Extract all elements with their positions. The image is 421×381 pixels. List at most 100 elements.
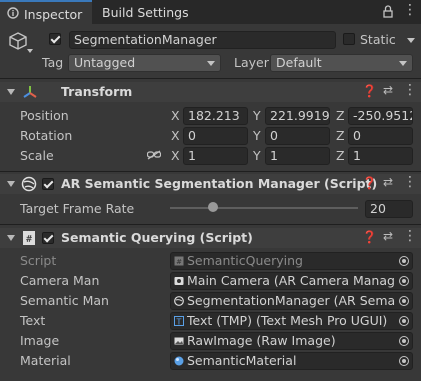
transform-title: Transform — [61, 84, 133, 99]
field-label: Text — [20, 313, 46, 328]
active-checkbox[interactable] — [49, 33, 61, 45]
divider — [0, 224, 421, 225]
tag-dropdown[interactable]: Untagged — [68, 54, 221, 72]
foldout-arrow-icon[interactable] — [7, 89, 15, 95]
field-label: Camera Man — [20, 273, 100, 288]
object-reference-value: Main Camera (AR Camera Manager) — [187, 273, 395, 288]
axis-y-label[interactable]: Y — [253, 128, 261, 143]
axis-x-label[interactable]: X — [171, 128, 180, 143]
object-reference-field: # SemanticQuerying — [170, 252, 413, 270]
script-icon: # — [23, 231, 35, 245]
axis-x-label[interactable]: X — [171, 148, 180, 163]
lock-icon[interactable] — [383, 5, 393, 18]
more-options-icon[interactable]: ⋮ — [403, 2, 417, 18]
static-checkbox[interactable] — [343, 33, 355, 45]
object-picker-icon[interactable] — [399, 316, 409, 326]
tab-bar: Inspector Build Settings ⋮ — [0, 0, 421, 24]
segmentation-icon — [174, 296, 184, 306]
presets-icon[interactable]: ⇄ — [383, 83, 393, 97]
divider — [0, 171, 421, 172]
scale-y-field[interactable]: 1 — [265, 147, 330, 165]
field-label: Script — [20, 253, 57, 268]
object-picker-icon[interactable] — [399, 296, 409, 306]
object-name-field[interactable]: SegmentationManager — [69, 31, 336, 49]
transform-header[interactable]: Transform ❓ ⇄ ⋮ — [0, 82, 421, 102]
position-x-field[interactable]: 182.213 — [183, 107, 248, 125]
transform-axes-icon — [23, 86, 37, 98]
object-picker-icon[interactable] — [399, 356, 409, 366]
raw-image-icon — [174, 337, 184, 345]
help-icon[interactable]: ❓ — [362, 176, 377, 190]
svg-text:T: T — [176, 317, 182, 326]
object-picker-icon[interactable] — [399, 276, 409, 286]
svg-text:#: # — [176, 258, 182, 266]
rotation-x-field[interactable]: 0 — [183, 127, 248, 145]
frame-rate-slider-thumb[interactable] — [207, 202, 218, 212]
svg-text:#: # — [26, 234, 32, 245]
rotation-z-field[interactable]: 0 — [348, 127, 413, 145]
rotation-y-field[interactable]: 0 — [265, 127, 330, 145]
frame-rate-label: Target Frame Rate — [20, 201, 135, 216]
object-reference-value: RawImage (Raw Image) — [187, 333, 336, 348]
static-dropdown-caret[interactable] — [407, 38, 415, 43]
chevron-down-icon — [399, 61, 407, 66]
rotation-label: Rotation — [20, 128, 73, 143]
field-label: Semantic Man — [20, 293, 109, 308]
object-reference-field[interactable]: SegmentationManager (AR Semantic — [170, 292, 413, 310]
querying-header[interactable]: # Semantic Querying (Script) ❓ ⇄ ⋮ — [0, 228, 421, 248]
segmentation-icon — [21, 176, 37, 192]
object-reference-field[interactable]: Main Camera (AR Camera Manager) — [170, 272, 413, 290]
axis-z-label[interactable]: Z — [336, 108, 345, 123]
segmentation-enabled-checkbox[interactable] — [42, 178, 54, 190]
scale-label: Scale — [20, 148, 54, 163]
chevron-down-icon — [207, 61, 215, 66]
object-picker-icon[interactable] — [399, 256, 409, 266]
position-z-field[interactable]: -250.9512 — [348, 107, 413, 125]
object-picker-icon[interactable] — [399, 336, 409, 346]
more-icon[interactable]: ⋮ — [403, 228, 417, 244]
icon-dropdown-caret[interactable] — [27, 49, 33, 53]
axis-y-label[interactable]: Y — [253, 108, 261, 123]
object-reference-value: SemanticMaterial — [187, 353, 297, 368]
scale-z-field[interactable]: 1 — [348, 147, 413, 165]
foldout-arrow-icon[interactable] — [7, 235, 15, 241]
presets-icon[interactable]: ⇄ — [383, 229, 393, 243]
more-icon[interactable]: ⋮ — [403, 82, 417, 98]
querying-title: Semantic Querying (Script) — [61, 230, 253, 245]
querying-enabled-checkbox[interactable] — [42, 232, 54, 244]
tag-value: Untagged — [74, 55, 136, 70]
text-icon: T — [174, 316, 184, 326]
position-y-field[interactable]: 221.9919 — [265, 107, 330, 125]
more-icon[interactable]: ⋮ — [403, 174, 417, 190]
object-reference-field[interactable]: T Text (TMP) (Text Mesh Pro UGUI) — [170, 312, 413, 330]
scale-x-field[interactable]: 1 — [183, 147, 248, 165]
object-reference-field[interactable]: RawImage (Raw Image) — [170, 332, 413, 350]
info-icon — [7, 7, 19, 19]
tab-inspector[interactable]: Inspector — [0, 0, 92, 24]
camera-manager-icon — [174, 277, 184, 285]
script-icon: # — [174, 256, 184, 266]
frame-rate-slider-track[interactable] — [170, 207, 358, 209]
axis-y-label[interactable]: Y — [253, 148, 261, 163]
foldout-arrow-icon[interactable] — [7, 181, 15, 187]
presets-icon[interactable]: ⇄ — [383, 175, 393, 189]
object-reference-value: SegmentationManager (AR Semantic — [187, 293, 395, 308]
tab-inspector-label: Inspector — [24, 7, 83, 22]
frame-rate-field[interactable]: 20 — [365, 200, 413, 218]
help-icon[interactable]: ❓ — [362, 84, 377, 98]
segmentation-header[interactable]: AR Semantic Segmentation Manager (Script… — [0, 174, 421, 194]
tab-build-settings[interactable]: Build Settings — [92, 0, 192, 24]
axis-z-label[interactable]: Z — [336, 148, 345, 163]
axis-x-label[interactable]: X — [171, 108, 180, 123]
tag-label: Tag — [42, 55, 64, 70]
constrain-proportions-icon[interactable] — [147, 150, 161, 160]
divider — [0, 78, 421, 79]
segmentation-title: AR Semantic Segmentation Manager (Script… — [61, 176, 378, 191]
object-reference-field[interactable]: SemanticMaterial — [170, 352, 413, 370]
field-label: Material — [20, 353, 71, 368]
material-icon — [174, 356, 184, 366]
axis-z-label[interactable]: Z — [336, 128, 345, 143]
layer-dropdown[interactable]: Default — [270, 54, 413, 72]
static-label: Static — [360, 32, 396, 47]
help-icon[interactable]: ❓ — [362, 230, 377, 244]
